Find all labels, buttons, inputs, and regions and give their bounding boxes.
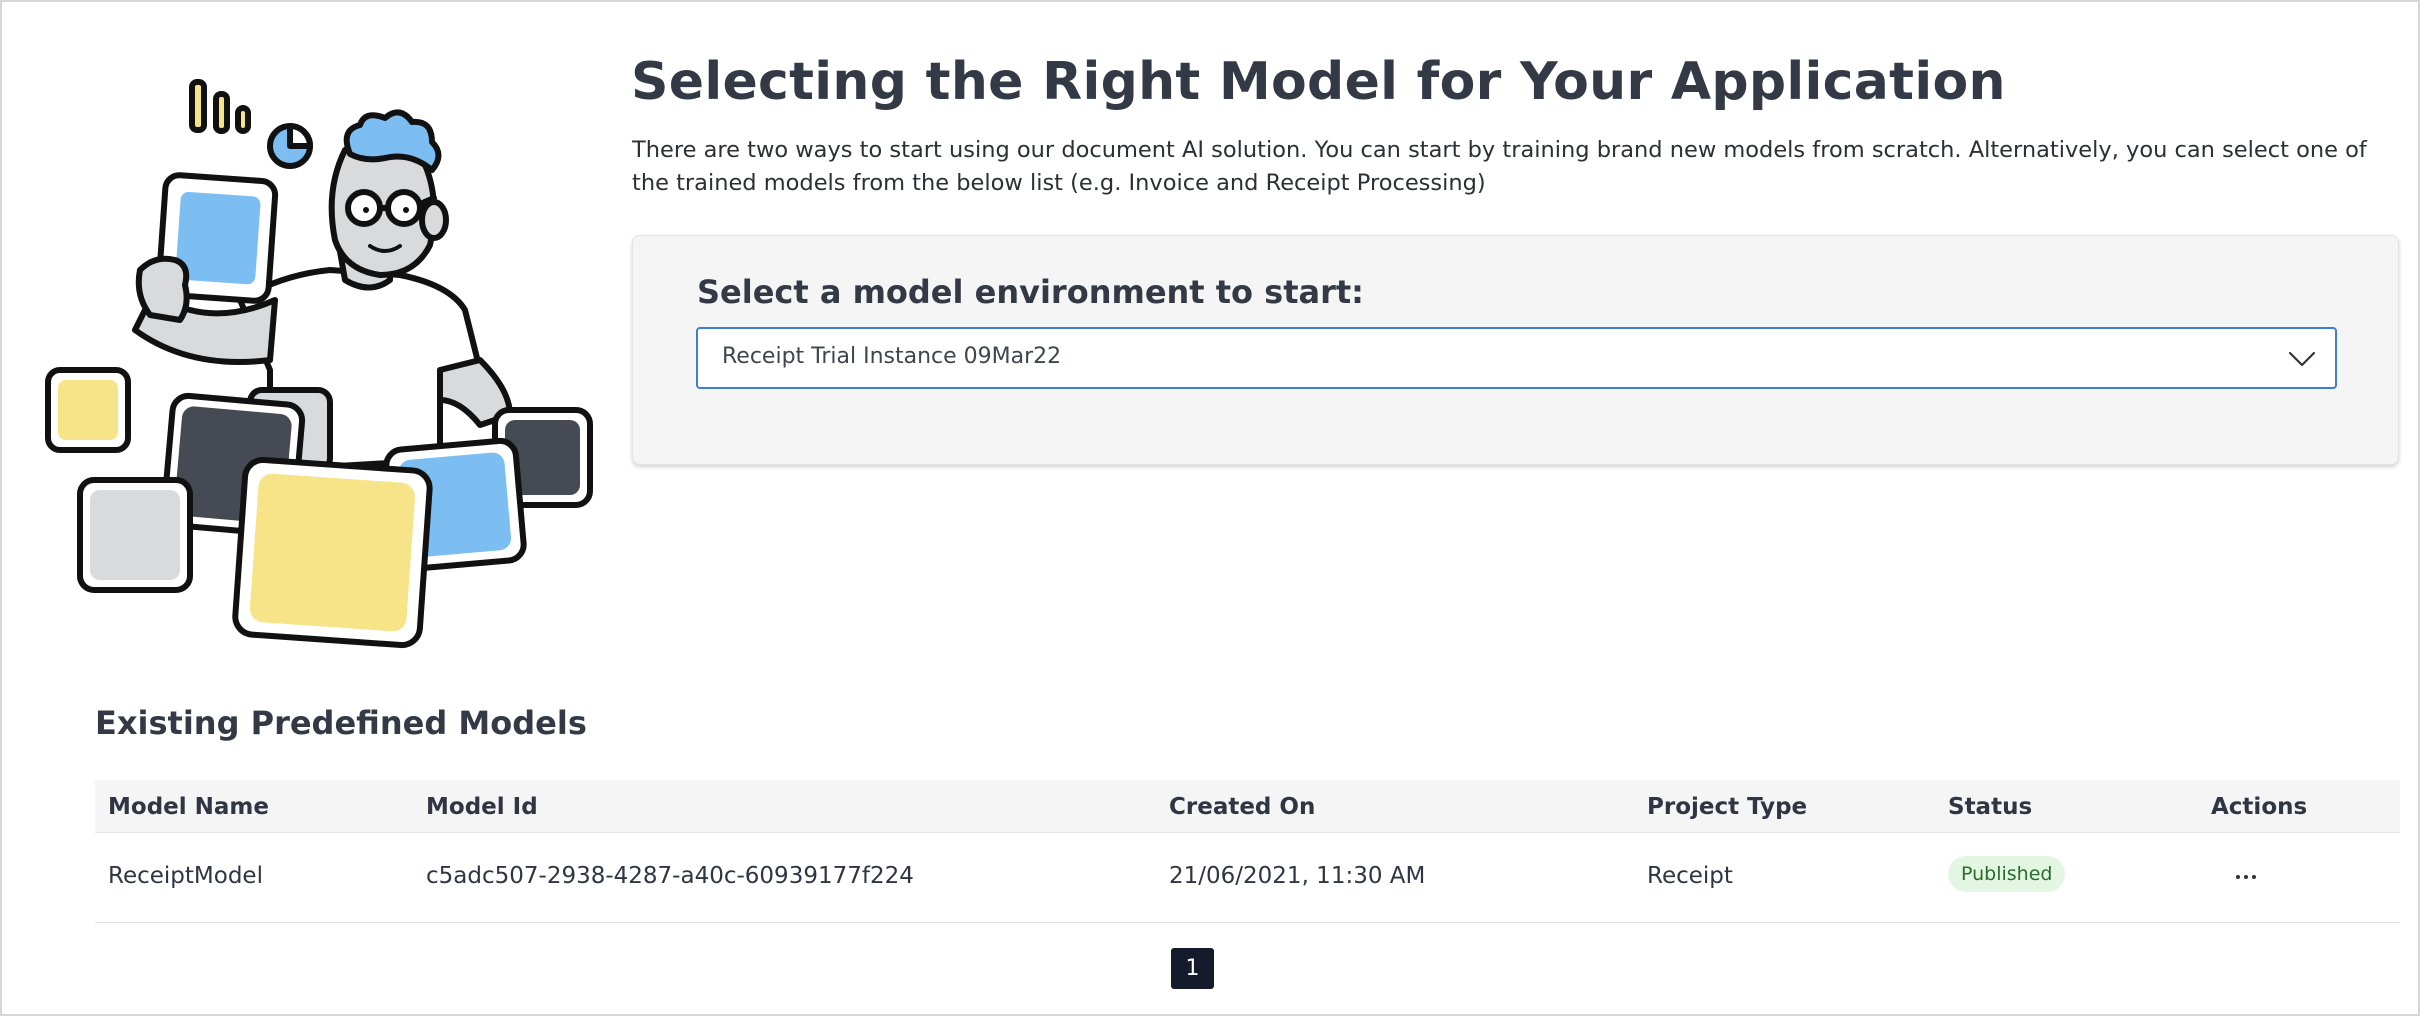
more-horizontal-icon [2236,875,2240,879]
section-title: Existing Predefined Models [95,704,587,742]
environment-select-value: Receipt Trial Instance 09Mar22 [722,344,1062,369]
chevron-down-icon [2288,351,2316,367]
column-header-actions: Actions [2211,794,2308,820]
column-header-status: Status [1948,794,2033,820]
environment-label: Select a model environment to start: [697,273,1364,311]
more-actions-button[interactable] [2221,859,2271,895]
table-header-row: Model Name Model Id Created On Project T… [95,780,2400,833]
table-row[interactable]: ReceiptModel c5adc507-2938-4287-a40c-609… [95,833,2400,923]
model-name-cell: ReceiptModel [108,863,263,889]
column-header-model-id: Model Id [426,794,538,820]
pie-chart-icon [267,123,313,169]
environment-select[interactable]: Receipt Trial Instance 09Mar22 [696,327,2337,389]
intro-text: There are two ways to start using our do… [632,137,2367,196]
status-badge: Published [1948,856,2066,892]
model-id-cell: c5adc507-2938-4287-a40c-60939177f224 [426,863,914,889]
environment-card: Select a model environment to start: Rec… [632,235,2399,465]
person-with-cards-illustration [45,79,593,649]
pagination-page-button[interactable]: 1 [1171,948,1214,989]
models-table: Model Name Model Id Created On Project T… [95,780,2400,923]
bar-chart-icon [189,79,251,134]
column-header-model-name: Model Name [108,794,269,820]
column-header-created-on: Created On [1169,794,1316,820]
more-horizontal-icon-dot [2244,875,2248,879]
page-title: Selecting the Right Model for Your Appli… [631,52,2006,112]
more-horizontal-icon-dot [2252,875,2256,879]
column-header-project-type: Project Type [1647,794,1808,820]
created-on-cell: 21/06/2021, 11:30 AM [1169,863,1426,889]
project-type-cell: Receipt [1647,863,1733,889]
